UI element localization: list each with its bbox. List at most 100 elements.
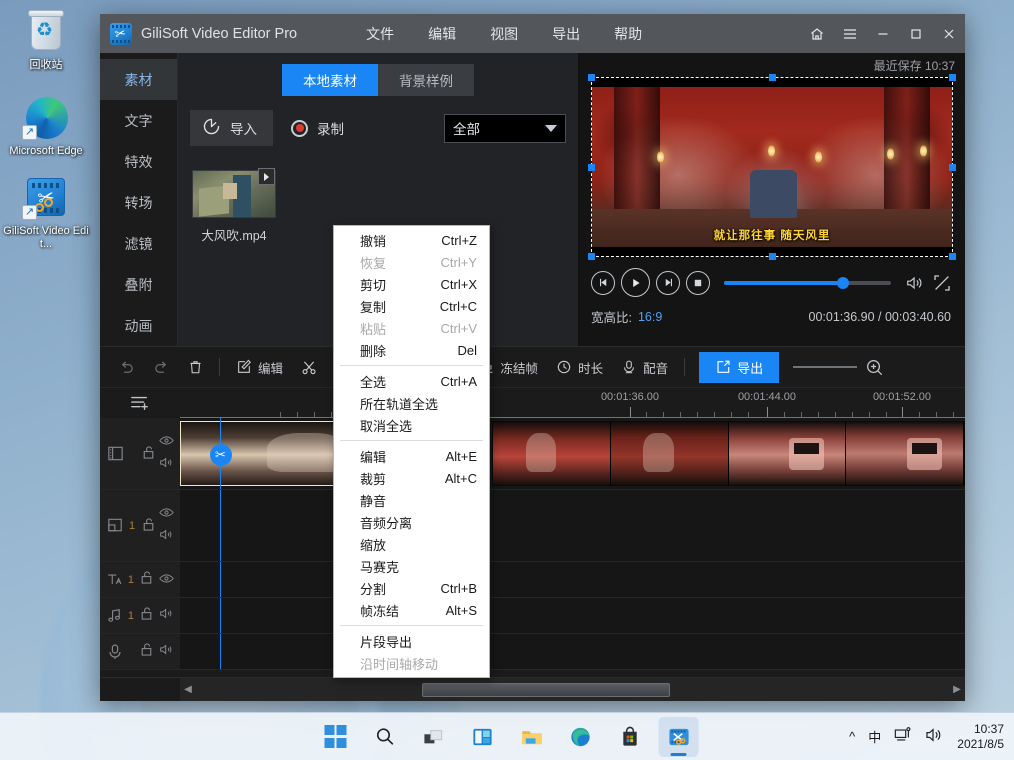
ctx-export-clip[interactable]: 片段导出 [334,630,489,652]
scroll-right-arrow-icon[interactable]: ▶ [949,684,965,695]
ctx-select-track[interactable]: 所在轨道全选 [334,392,489,414]
crop-handle-tc[interactable] [769,74,776,81]
track-mute-toggle[interactable] [159,643,174,661]
taskbar-task-view-button[interactable] [414,717,454,757]
volume-slider-knob[interactable] [836,276,849,289]
track-lock-toggle[interactable] [140,642,153,662]
ctx-redo[interactable]: 恢复 Ctrl+Y [334,251,489,273]
ctx-undo[interactable]: 撤销 Ctrl+Z [334,229,489,251]
sidebar-item-animation[interactable]: 动画 [100,305,177,346]
menu-help[interactable]: 帮助 [597,18,659,50]
desktop-icon-microsoft-edge[interactable]: ↗ Microsoft Edge [0,94,92,158]
volume-slider[interactable] [724,276,891,289]
delete-button[interactable] [180,354,211,380]
taskbar-file-explorer-button[interactable] [512,717,552,757]
timeline-ruler[interactable]: 00:01:20.00 00:01:36.00 00:01:44.00 00:0… [180,388,965,418]
previous-frame-button[interactable] [591,270,615,295]
ctx-crop[interactable]: 裁剪 Alt+C [334,467,489,489]
playhead-split-button[interactable]: ✂ [209,444,232,466]
window-titlebar[interactable]: ✂ GiliSoft Video Editor Pro 文件 编辑 视图 导出 … [100,14,965,53]
tray-volume-icon[interactable] [925,727,944,746]
ctx-mosaic[interactable]: 马赛克 [334,555,489,577]
next-frame-button[interactable] [656,270,680,295]
ctx-zoom[interactable]: 缩放 [334,533,489,555]
menu-view[interactable]: 视图 [473,18,535,50]
track-body-voice[interactable] [180,634,965,669]
video-clip-2[interactable] [492,421,965,486]
desktop-icon-gilisoft[interactable]: ✂ ↗ GiliSoft Video Edit... [0,174,92,251]
taskbar-store-button[interactable] [610,717,650,757]
track-mute-toggle[interactable] [159,607,174,625]
timeline-zoom-slider[interactable] [793,358,884,377]
track-visibility-toggle[interactable] [159,571,174,589]
undo-button[interactable] [110,354,143,381]
track-header-text[interactable]: 1 [100,562,180,597]
sidebar-item-filter[interactable]: 滤镜 [100,223,177,264]
play-button[interactable] [621,268,650,297]
track-mute-toggle[interactable] [159,528,174,546]
track-body-text[interactable] [180,562,965,597]
track-header-music[interactable]: 1 [100,598,180,633]
desktop-icon-recycle-bin[interactable]: ♻ 回收站 [0,8,92,72]
track-lock-toggle[interactable] [142,445,155,465]
track-header-video[interactable] [100,418,180,489]
crop-handle-br[interactable] [949,253,956,260]
scrollbar-track[interactable] [196,682,949,697]
ctx-edit[interactable]: 编辑 Alt+E [334,445,489,467]
scrollbar-thumb[interactable] [421,682,671,697]
tray-chevron-up-icon[interactable]: ^ [849,729,855,744]
timeline-hscrollbar[interactable]: ◀ ▶ [180,678,965,701]
volume-button[interactable] [905,274,925,292]
menu-button[interactable] [833,14,866,53]
crop-handle-tr[interactable] [949,74,956,81]
ctx-select-all[interactable]: 全选 Ctrl+A [334,370,489,392]
track-body-video[interactable]: ✂ [180,418,965,489]
sidebar-item-effects[interactable]: 特效 [100,141,177,182]
track-lock-toggle[interactable] [140,606,153,626]
video-preview-area[interactable]: 就让那往事 随天风里 [588,74,956,260]
menu-file[interactable]: 文件 [349,18,411,50]
sidebar-item-transition[interactable]: 转场 [100,182,177,223]
ctx-freeze-frame[interactable]: 帧冻结 Alt+S [334,599,489,621]
add-track-button[interactable] [100,388,180,418]
track-mute-toggle[interactable] [159,456,174,474]
ctx-delete[interactable]: 删除 Del [334,339,489,361]
tab-local-media[interactable]: 本地素材 [282,64,378,96]
taskbar-gilisoft-button[interactable] [658,716,699,757]
ctx-cut[interactable]: 剪切 Ctrl+X [334,273,489,295]
ctx-deselect-all[interactable]: 取消全选 [334,414,489,436]
voiceover-button[interactable]: 配音 [613,353,676,382]
edit-button[interactable]: 编辑 [228,353,291,382]
track-visibility-toggle[interactable] [159,505,174,523]
maximize-button[interactable] [899,14,932,53]
ctx-detach-audio[interactable]: 音频分离 [334,511,489,533]
ctx-split[interactable]: 分割 Ctrl+B [334,577,489,599]
sidebar-item-text[interactable]: 文字 [100,100,177,141]
playhead[interactable]: ✂ [209,418,232,489]
taskbar-clock[interactable]: 10:37 2021/8/5 [957,722,1004,752]
tray-ime-indicator[interactable]: 中 [868,727,881,746]
split-button[interactable] [293,354,326,381]
scroll-left-arrow-icon[interactable]: ◀ [180,684,196,695]
tab-background-sample[interactable]: 背景样例 [378,64,474,96]
menu-edit[interactable]: 编辑 [411,18,473,50]
tray-network-icon[interactable] [894,727,912,746]
sidebar-item-overlay[interactable]: 叠附 [100,264,177,305]
fullscreen-button[interactable] [933,274,951,292]
track-lock-toggle[interactable] [142,517,155,537]
duration-button[interactable]: 时长 [548,353,611,382]
track-body-music[interactable] [180,598,965,633]
sidebar-item-media[interactable]: 素材 [100,59,177,100]
taskbar-search-button[interactable] [365,717,405,757]
record-button[interactable]: 录制 [283,111,352,145]
media-filter-select[interactable]: 全部 [444,113,566,143]
track-visibility-toggle[interactable] [159,433,174,451]
track-header-voice[interactable] [100,634,180,669]
crop-handle-bc[interactable] [769,253,776,260]
crop-handle-mr[interactable] [949,164,956,171]
track-header-overlay[interactable]: 1 [100,490,180,561]
taskbar-edge-button[interactable] [561,717,601,757]
ctx-copy[interactable]: 复制 Ctrl+C [334,295,489,317]
home-button[interactable] [800,14,833,53]
track-lock-toggle[interactable] [140,570,153,590]
